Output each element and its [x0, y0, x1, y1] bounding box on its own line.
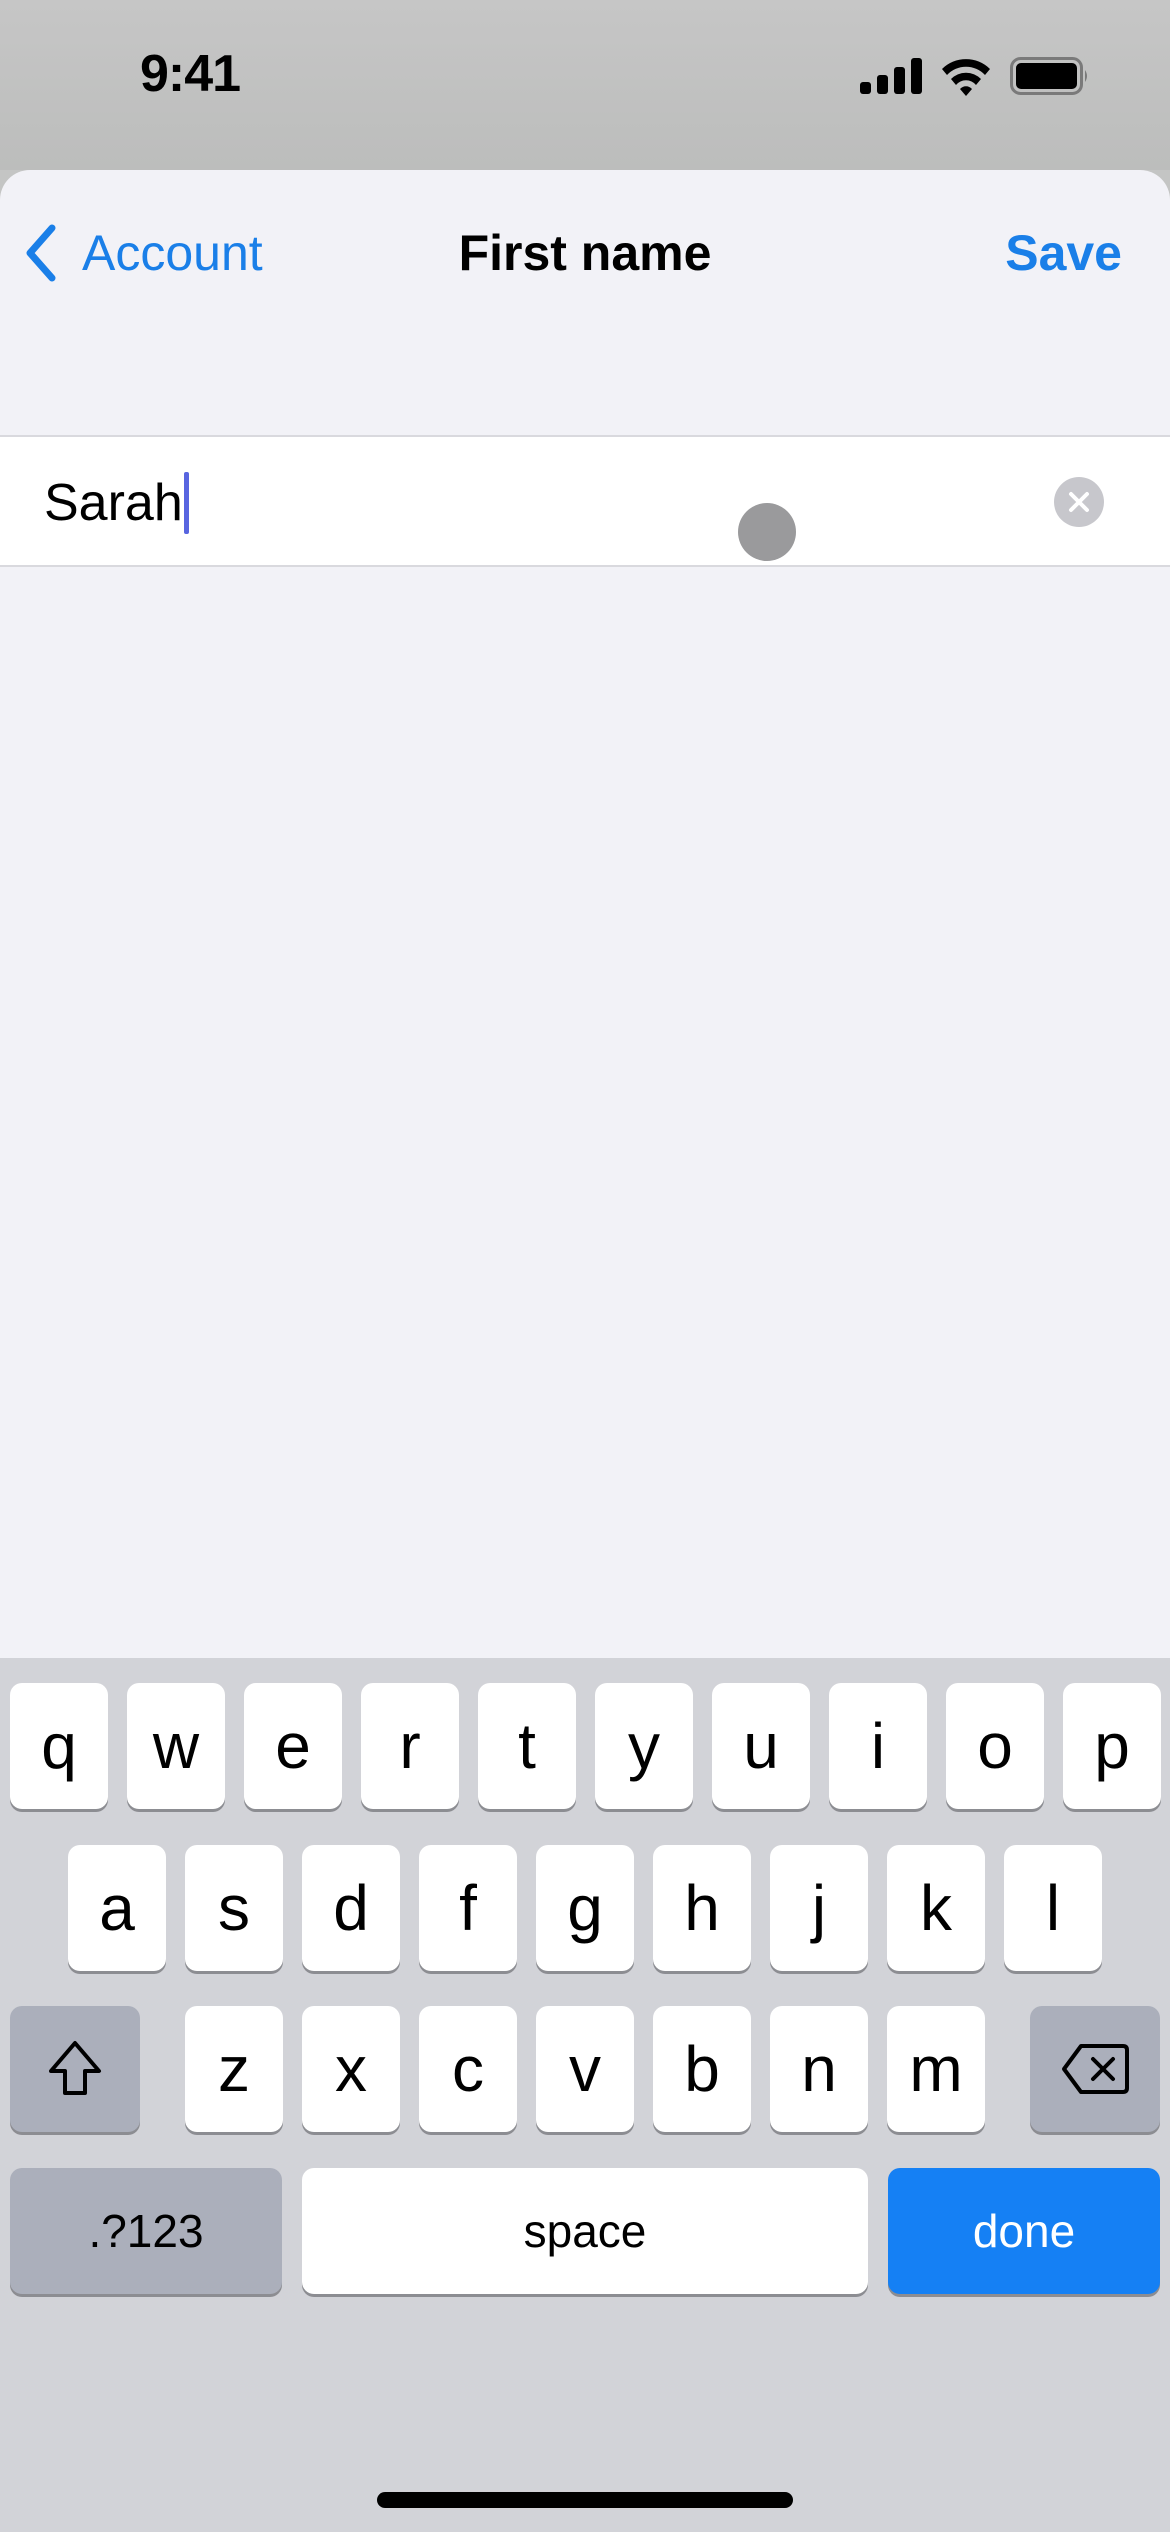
delete-key[interactable]	[1030, 2006, 1160, 2132]
backspace-icon	[1062, 2044, 1129, 2094]
touch-indicator	[738, 503, 796, 561]
clear-x-icon	[1069, 492, 1089, 512]
numbers-key[interactable]: .?123	[10, 2168, 282, 2294]
keyboard: qwertyuiop asdfghjkl zxcvbnm .?123 space…	[0, 1658, 1170, 2532]
key-w[interactable]: w	[127, 1683, 225, 1809]
key-i[interactable]: i	[829, 1683, 927, 1809]
key-a[interactable]: a	[68, 1845, 166, 1971]
key-y[interactable]: y	[595, 1683, 693, 1809]
key-v[interactable]: v	[536, 2006, 634, 2132]
back-label: Account	[82, 225, 263, 281]
save-button[interactable]: Save	[1005, 224, 1122, 282]
key-c[interactable]: c	[419, 2006, 517, 2132]
shift-arrow-icon	[49, 2041, 101, 2095]
key-b[interactable]: b	[653, 2006, 751, 2132]
status-time: 9:41	[140, 45, 241, 103]
done-key[interactable]: done	[888, 2168, 1160, 2294]
status-icons	[860, 56, 1090, 96]
key-h[interactable]: h	[653, 1845, 751, 1971]
key-d[interactable]: d	[302, 1845, 400, 1971]
first-name-value: Sarah	[44, 474, 183, 532]
key-e[interactable]: e	[244, 1683, 342, 1809]
key-u[interactable]: u	[712, 1683, 810, 1809]
key-x[interactable]: x	[302, 2006, 400, 2132]
key-l[interactable]: l	[1004, 1845, 1102, 1971]
key-m[interactable]: m	[887, 2006, 985, 2132]
chevron-left-icon	[26, 224, 56, 282]
key-t[interactable]: t	[478, 1683, 576, 1809]
key-k[interactable]: k	[887, 1845, 985, 1971]
key-s[interactable]: s	[185, 1845, 283, 1971]
shift-key[interactable]	[10, 2006, 140, 2132]
key-f[interactable]: f	[419, 1845, 517, 1971]
key-q[interactable]: q	[10, 1683, 108, 1809]
edit-sheet: Account First name Save Sarah	[0, 170, 1170, 1660]
home-indicator[interactable]	[377, 2492, 793, 2508]
key-z[interactable]: z	[185, 2006, 283, 2132]
cellular-signal-icon	[860, 58, 922, 94]
wifi-icon	[942, 59, 990, 96]
first-name-input[interactable]: Sarah	[44, 467, 1024, 539]
key-r[interactable]: r	[361, 1683, 459, 1809]
key-o[interactable]: o	[946, 1683, 1044, 1809]
space-key[interactable]: space	[302, 2168, 868, 2294]
battery-icon	[1010, 57, 1087, 95]
back-button[interactable]: Account	[24, 224, 263, 282]
key-p[interactable]: p	[1063, 1683, 1161, 1809]
first-name-field-row: Sarah	[0, 435, 1170, 567]
key-j[interactable]: j	[770, 1845, 868, 1971]
key-n[interactable]: n	[770, 2006, 868, 2132]
key-g[interactable]: g	[536, 1845, 634, 1971]
clear-text-button[interactable]	[1054, 477, 1104, 527]
status-bar: 9:41	[0, 0, 1170, 170]
text-caret	[183, 472, 189, 534]
